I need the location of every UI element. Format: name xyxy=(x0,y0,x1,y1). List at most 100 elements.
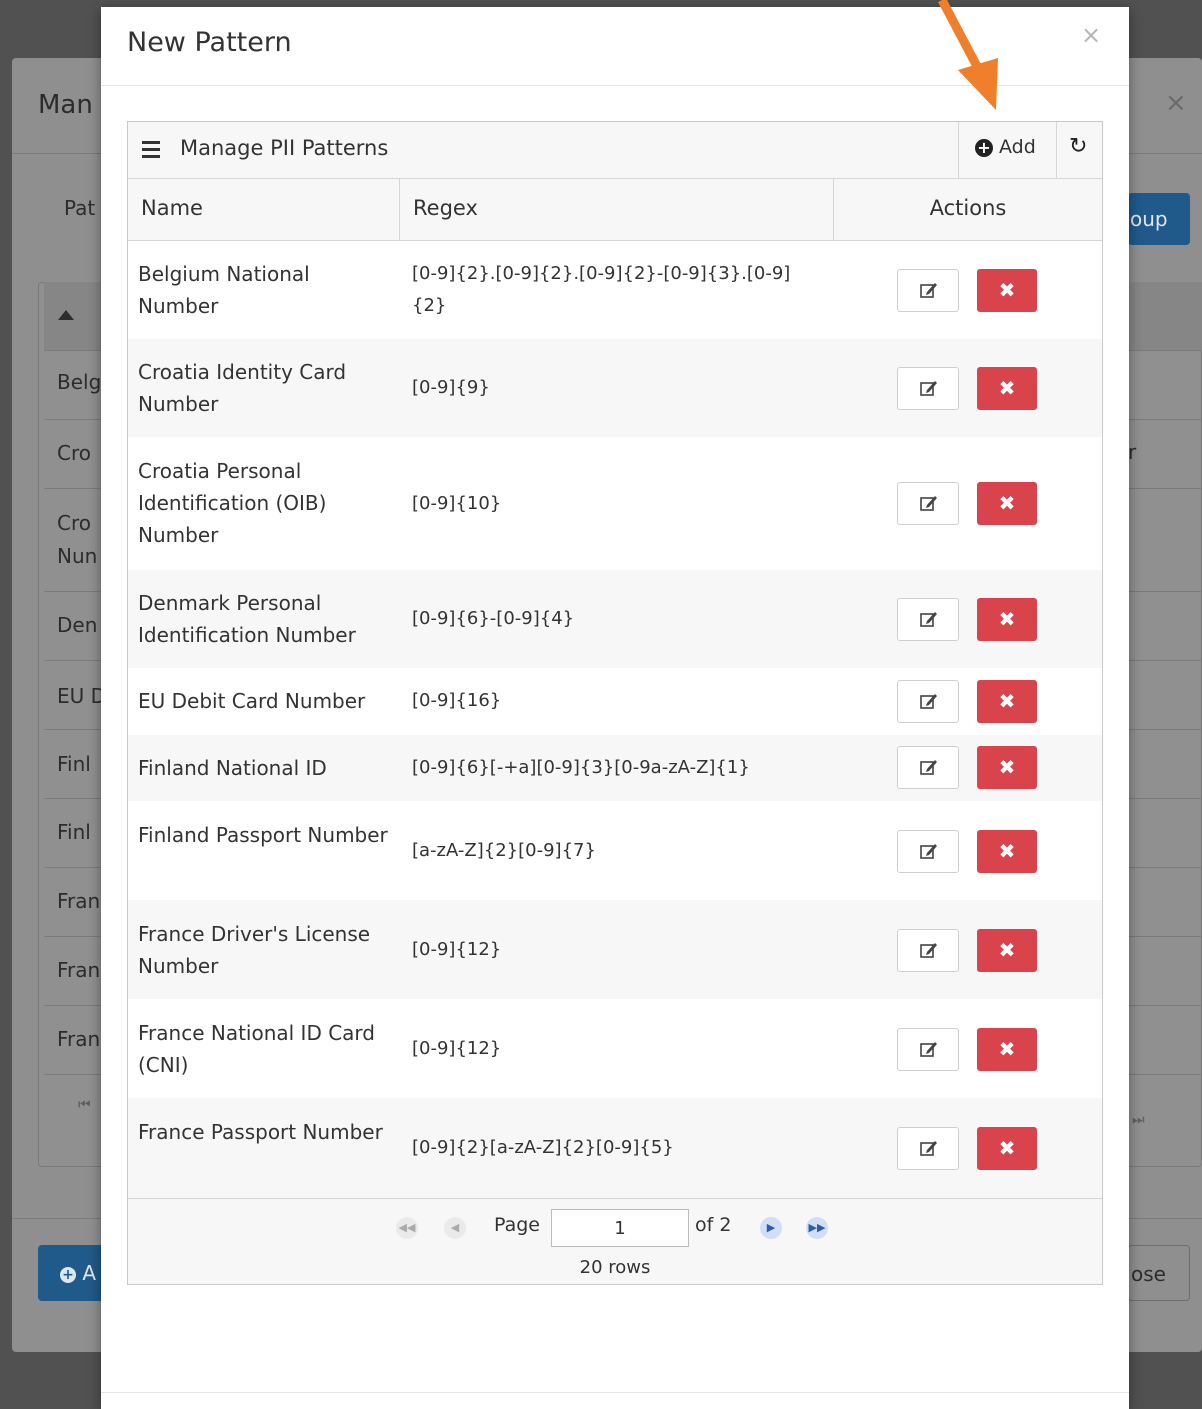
close-icon[interactable]: × xyxy=(1081,21,1101,49)
delete-button[interactable]: ✖ xyxy=(977,830,1037,873)
pattern-name: Finland Passport Number xyxy=(138,823,388,847)
background-last-page-icon: ⏭ xyxy=(1132,1112,1145,1128)
background-add-label: A xyxy=(82,1261,97,1285)
edit-button[interactable] xyxy=(897,1127,959,1170)
delete-button[interactable]: ✖ xyxy=(977,1028,1037,1071)
column-header-name[interactable]: Name xyxy=(128,179,400,240)
column-header-regex[interactable]: Regex xyxy=(400,179,834,240)
edit-icon xyxy=(920,496,937,511)
table-row: France Driver's License Number [0-9]{12}… xyxy=(128,900,1102,999)
background-close-icon: × xyxy=(1165,88,1187,118)
pattern-regex: [0-9]{6}-[0-9]{4} xyxy=(412,608,575,629)
edit-icon xyxy=(920,283,937,298)
table-row: Denmark Personal Identification Number [… xyxy=(128,570,1102,668)
table-row: Belgium National Number [0-9]{2}.[0-9]{2… xyxy=(128,241,1102,339)
delete-button[interactable]: ✖ xyxy=(977,269,1037,312)
pattern-regex: [0-9]{12} xyxy=(412,939,502,960)
delete-button[interactable]: ✖ xyxy=(977,598,1037,641)
background-row-text: Fran xyxy=(57,1027,101,1051)
background-add-button: + A xyxy=(38,1245,108,1301)
pattern-regex: [0-9]{10} xyxy=(412,493,502,514)
edit-button[interactable] xyxy=(897,269,959,312)
background-row-text: Nun xyxy=(57,544,98,568)
sort-up-icon xyxy=(58,310,74,320)
edit-icon xyxy=(920,943,937,958)
delete-button[interactable]: ✖ xyxy=(977,367,1037,410)
delete-button[interactable]: ✖ xyxy=(977,929,1037,972)
edit-icon xyxy=(920,844,937,859)
edit-button[interactable] xyxy=(897,830,959,873)
modal-footer-divider xyxy=(101,1392,1129,1393)
background-row-text: Finl xyxy=(57,752,91,776)
pattern-regex: [0-9]{6}[-+a][0-9]{3}[0-9a-zA-Z]{1} xyxy=(412,757,750,778)
next-page-icon[interactable]: ▶ xyxy=(760,1217,782,1239)
column-header-actions: Actions xyxy=(929,196,1007,220)
edit-icon xyxy=(920,760,937,775)
table-row: Finland Passport Number [a-zA-Z]{2}[0-9]… xyxy=(128,801,1102,900)
edit-icon xyxy=(920,1042,937,1057)
edit-button[interactable] xyxy=(897,598,959,641)
table-row: EU Debit Card Number [0-9]{16} ✖ xyxy=(128,668,1102,735)
pattern-regex: [0-9]{2}.[0-9]{2}.[0-9]{2}-[0-9]{3}.[0-9… xyxy=(412,263,791,316)
modal-title: New Pattern xyxy=(127,27,292,58)
grid-pager: ◀◀ ◀ Page of 2 ▶ ▶▶ 20 rows xyxy=(128,1198,1102,1284)
background-row-text: Finl xyxy=(57,820,91,844)
table-row: France Passport Number [0-9]{2}[a-zA-Z]{… xyxy=(128,1098,1102,1198)
last-page-icon[interactable]: ▶▶ xyxy=(806,1217,828,1239)
pattern-name: France Passport Number xyxy=(138,1120,383,1144)
pattern-name: Denmark Personal Identification Number xyxy=(138,591,356,647)
background-group-button: oup xyxy=(1128,193,1190,245)
grid-title: Manage PII Patterns xyxy=(180,136,389,160)
edit-icon xyxy=(920,1141,937,1156)
table-row: Croatia Personal Identification (OIB) Nu… xyxy=(128,437,1102,570)
pattern-name: EU Debit Card Number xyxy=(138,689,366,713)
edit-button[interactable] xyxy=(897,1028,959,1071)
background-row-text: EU D xyxy=(57,684,107,708)
background-plus-icon: + xyxy=(60,1266,76,1283)
pattern-regex: [0-9]{16} xyxy=(412,690,502,711)
delete-button[interactable]: ✖ xyxy=(977,1127,1037,1170)
background-row-text: Belg xyxy=(57,370,102,394)
pattern-name: France Driver's License Number xyxy=(138,922,371,978)
pattern-name: Finland National ID xyxy=(138,756,327,780)
row-count-label: 20 rows xyxy=(579,1257,651,1278)
previous-page-icon[interactable]: ◀ xyxy=(444,1217,466,1239)
background-row-text: Cro xyxy=(57,441,91,465)
pattern-name: Croatia Personal Identification (OIB) Nu… xyxy=(138,459,327,547)
page-number-input[interactable] xyxy=(551,1209,689,1247)
menu-icon[interactable] xyxy=(142,141,160,158)
delete-button[interactable]: ✖ xyxy=(977,482,1037,525)
background-row-text: Fran xyxy=(57,958,101,982)
plus-circle-icon: + xyxy=(975,139,993,157)
edit-button[interactable] xyxy=(897,367,959,410)
new-pattern-modal: New Pattern × Manage PII Patterns + Add … xyxy=(101,7,1129,1409)
grid-toolbar: Manage PII Patterns + Add ↻ xyxy=(128,122,1102,179)
first-page-icon[interactable]: ◀◀ xyxy=(396,1217,418,1239)
background-stray-text: r xyxy=(1128,440,1137,464)
refresh-icon: ↻ xyxy=(1069,134,1088,159)
refresh-button[interactable]: ↻ xyxy=(1056,122,1102,178)
add-label: Add xyxy=(999,136,1036,158)
pattern-regex: [0-9]{2}[a-zA-Z]{2}[0-9]{5} xyxy=(412,1137,674,1158)
background-first-page-icon: ⏮ xyxy=(78,1097,91,1113)
table-row: Croatia Identity Card Number [0-9]{9} ✖ xyxy=(128,339,1102,437)
background-row-text: Fran xyxy=(57,889,101,913)
edit-button[interactable] xyxy=(897,482,959,525)
delete-button[interactable]: ✖ xyxy=(977,680,1037,723)
background-close-button: ose xyxy=(1128,1245,1190,1301)
edit-button[interactable] xyxy=(897,746,959,789)
edit-button[interactable] xyxy=(897,929,959,972)
page-label: Page xyxy=(494,1214,540,1236)
pattern-name: France National ID Card (CNI) xyxy=(138,1021,376,1077)
pattern-regex: [a-zA-Z]{2}[0-9]{7} xyxy=(412,840,596,861)
pattern-regex: [0-9]{9} xyxy=(412,377,490,398)
background-pattern-label: Pat xyxy=(64,196,96,220)
add-pattern-button[interactable]: + Add xyxy=(958,122,1056,178)
background-row-text: Den xyxy=(57,613,98,637)
page-count-label: of 2 xyxy=(695,1214,732,1236)
edit-button[interactable] xyxy=(897,680,959,723)
delete-button[interactable]: ✖ xyxy=(977,746,1037,789)
pattern-regex: [0-9]{12} xyxy=(412,1038,502,1059)
edit-icon xyxy=(920,612,937,627)
pattern-name: Belgium National Number xyxy=(138,262,310,318)
